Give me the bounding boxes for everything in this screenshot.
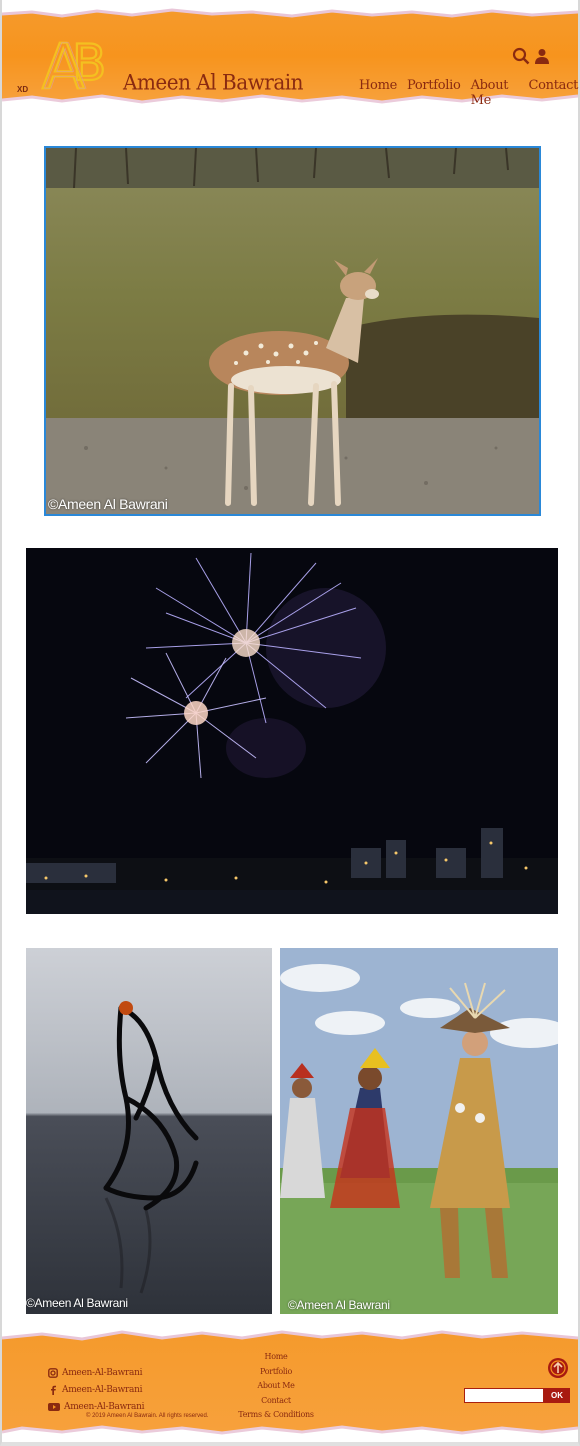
photo-sculpture[interactable]: ©Ameen Al Bawrani (26, 948, 272, 1314)
photo-watermark: ©Ameen Al Bawrani (288, 1298, 390, 1312)
social-label: Ameen-Al-Bawrani (62, 1367, 143, 1378)
social-label: Ameen-Al-Bawrani (64, 1401, 145, 1412)
social-label: Ameen-Al-Bawrani (62, 1384, 143, 1395)
footer-links: Home Portfolio About Me Contact Terms & … (236, 1350, 316, 1423)
social-links: Ameen-Al-Bawrani Ameen-Al-Bawrani Ameen-… (48, 1364, 144, 1415)
svg-text:A: A (44, 30, 86, 94)
fireworks-image (26, 548, 558, 914)
dancers-image (280, 948, 558, 1314)
youtube-icon (48, 1402, 60, 1411)
search-icon[interactable] (512, 47, 530, 65)
brand-name[interactable]: Ameen Al Bawrain (123, 69, 304, 94)
site-footer: Ameen-Al-Bawrani Ameen-Al-Bawrani Ameen-… (2, 1326, 578, 1436)
newsletter-input[interactable] (464, 1388, 544, 1403)
nav-about-me[interactable]: About Me (471, 78, 519, 108)
main-nav: Home Portfolio About Me Contact (359, 78, 578, 108)
logo[interactable]: A B A (40, 30, 120, 94)
photo-fireworks[interactable] (26, 548, 558, 914)
site-header: XD A B A Ameen Al Bawrain Home Portfolio… (2, 4, 578, 108)
footer-link-about-me[interactable]: About Me (236, 1379, 316, 1394)
photo-deer[interactable]: ©Ameen Al Bawrani (44, 146, 541, 516)
social-facebook[interactable]: Ameen-Al-Bawrani (48, 1381, 144, 1398)
nav-contact[interactable]: Contact (528, 78, 578, 108)
user-icon[interactable] (534, 48, 550, 64)
instagram-icon (48, 1367, 58, 1378)
social-instagram[interactable]: Ameen-Al-Bawrani (48, 1364, 144, 1381)
copyright: © 2019 Ameen Al Bawrain. All rights rese… (86, 1413, 209, 1419)
nav-portfolio[interactable]: Portfolio (407, 78, 461, 108)
photo-watermark: ©Ameen Al Bawrani (48, 496, 168, 512)
newsletter-ok-button[interactable]: OK (544, 1388, 570, 1403)
footer-link-contact[interactable]: Contact (236, 1394, 316, 1409)
deer-image (46, 148, 539, 514)
newsletter-form: OK (464, 1388, 570, 1403)
footer-link-portfolio[interactable]: Portfolio (236, 1365, 316, 1380)
footer-link-terms[interactable]: Terms & Conditions (236, 1408, 316, 1423)
header-icons (512, 46, 550, 66)
sculpture-image (26, 948, 272, 1314)
photo-dancers[interactable]: ©Ameen Al Bawrani (280, 948, 558, 1314)
nav-home[interactable]: Home (359, 78, 397, 108)
footer-link-home[interactable]: Home (236, 1350, 316, 1365)
xd-label: XD (17, 85, 29, 94)
arrow-up-icon (550, 1360, 566, 1376)
back-to-top-button[interactable] (548, 1358, 568, 1378)
facebook-icon (51, 1385, 56, 1395)
photo-watermark: ©Ameen Al Bawrani (26, 1296, 128, 1310)
